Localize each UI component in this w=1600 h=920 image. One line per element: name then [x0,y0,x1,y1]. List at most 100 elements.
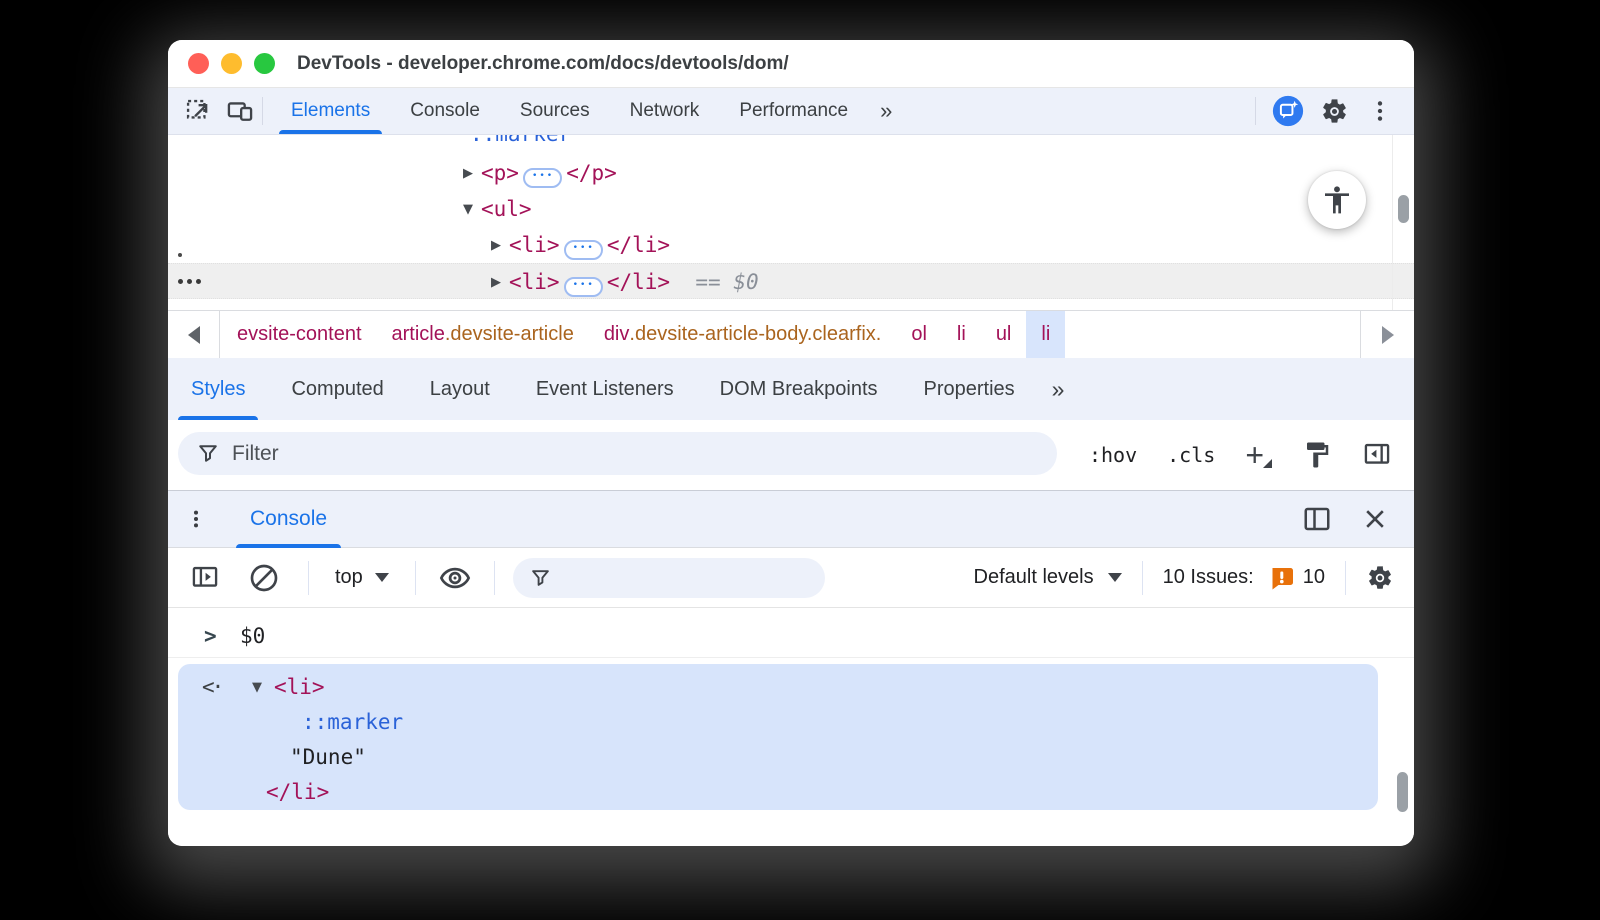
toolbar-divider [1142,561,1143,595]
minimize-window-button[interactable] [221,53,242,74]
toolbar-right-actions [1253,95,1414,127]
tab-network[interactable]: Network [610,88,720,134]
styles-filter-actions: :hov .cls + [1089,420,1392,490]
accessibility-floating-button[interactable] [1308,171,1366,229]
zoom-window-button[interactable] [254,53,275,74]
more-tabs-chevron-icon[interactable]: » [868,88,904,134]
collapsed-content-pill[interactable]: ••• [564,277,603,297]
drawer-header-actions [1302,504,1414,534]
issues-counter[interactable]: 10 Issues: 10 [1163,565,1325,591]
toolbar-divider [262,97,263,125]
accessibility-person-icon [1321,184,1353,216]
breadcrumb-item[interactable]: div.devsite-article-body.clearfix. [589,311,897,358]
close-window-button[interactable] [188,53,209,74]
drawer-menu-kebab-icon[interactable] [168,504,224,534]
clear-console-icon[interactable] [248,562,280,594]
collapse-arrow-icon[interactable]: ▼ [252,670,262,705]
console-expression: $0 [240,614,265,658]
result-line-open-tag: <· ▼ <li> [178,670,1378,705]
tab-layout[interactable]: Layout [407,358,513,420]
issues-badge-icon [1268,565,1295,591]
console-filter-field[interactable] [513,558,825,598]
chevron-down-icon [375,573,389,582]
console-scrollbar-thumb[interactable] [1397,772,1408,812]
styles-filter-row: :hov .cls + [168,420,1414,490]
log-levels-dropdown[interactable]: Default levels [974,566,1122,589]
dollar-zero-ref: $0 [733,270,758,294]
devtools-window: DevTools - developer.chrome.com/docs/dev… [168,40,1414,846]
expand-arrow-icon[interactable]: ▶ [455,156,481,192]
ai-assistant-icon[interactable] [1272,95,1304,127]
dom-node-p[interactable]: ▶<p>•••</p> [168,155,1414,191]
toolbar-divider [1345,561,1346,595]
styles-filter-input[interactable] [232,442,832,466]
close-drawer-icon[interactable] [1362,506,1388,532]
drawer-header: Console [168,490,1414,548]
breadcrumb-item-selected[interactable]: li [1026,311,1065,358]
inspect-element-icon[interactable] [182,95,214,127]
breadcrumb-item[interactable]: ul [981,311,1027,358]
gutter-ellipsis [178,279,183,284]
tab-elements[interactable]: Elements [271,88,390,134]
elements-scrollbar-thumb[interactable] [1398,195,1409,223]
result-line-close-tag: </li> [178,775,1378,810]
more-tabs-chevron-icon[interactable]: » [1038,358,1079,420]
toggle-classes-button[interactable]: .cls [1167,443,1215,467]
filter-funnel-icon [531,568,550,588]
scrollbar-track [1392,135,1393,310]
console-evaluated-expression[interactable]: > $0 [168,614,1414,658]
javascript-context-dropdown[interactable]: top [335,566,389,589]
show-console-sidebar-icon[interactable] [190,564,220,592]
toolbar-divider [1255,97,1256,125]
console-settings-gear-icon[interactable] [1366,564,1394,592]
breadcrumb-item[interactable]: article.devsite-article [377,311,589,358]
drawer-tab-console[interactable]: Console [224,491,353,547]
styles-filter-field[interactable] [178,432,1057,475]
dom-node-ul[interactable]: ▼<ul> [168,191,1414,227]
breadcrumb-scroll-left-button[interactable] [168,311,220,358]
elements-panel: ::marker ▶<p>•••</p> ▼<ul> ▶<li>•••</li>… [168,135,1414,310]
toggle-hover-state-button[interactable]: :hov [1089,443,1137,467]
toolbar-divider [494,561,495,595]
filter-funnel-icon [198,443,218,464]
collapse-arrow-icon[interactable]: ▼ [455,192,481,228]
console-result-highlighted[interactable]: <· ▼ <li> ::marker "Dune" </li> [178,664,1378,810]
expand-arrow-icon[interactable]: ▶ [483,228,509,264]
breadcrumb-item[interactable]: li [942,311,981,358]
tab-properties[interactable]: Properties [901,358,1038,420]
equals-sign: == [695,270,720,294]
tab-console[interactable]: Console [390,88,500,134]
result-line-marker: ::marker [178,705,1378,740]
expand-arrow-icon[interactable]: ▶ [483,265,509,301]
toolbar-divider [415,561,416,595]
paintbrush-icon[interactable] [1302,440,1332,470]
tab-performance[interactable]: Performance [719,88,868,134]
console-prompt-chevron: > [204,614,217,658]
collapsed-content-pill[interactable]: ••• [564,240,603,260]
split-panel-icon[interactable] [1302,504,1332,534]
collapsed-content-pill[interactable]: ••• [523,168,562,188]
styles-sidebar-tabs: Styles Computed Layout Event Listeners D… [168,358,1414,420]
panel-tabs: Elements Console Sources Network Perform… [271,88,904,134]
breadcrumb-item[interactable]: ol [896,311,942,358]
breadcrumb: evsite-content article.devsite-article d… [222,311,1065,358]
tab-computed[interactable]: Computed [268,358,406,420]
dom-node-marker-clipped[interactable]: ::marker [470,135,571,152]
tab-sources[interactable]: Sources [500,88,610,134]
console-log-area: > $0 <· ▼ <li> ::marker "Dune" </li> [168,608,1414,846]
breadcrumb-scroll-right-button[interactable] [1360,311,1414,358]
new-style-rule-button[interactable]: + [1245,440,1272,470]
tab-event-listeners[interactable]: Event Listeners [513,358,697,420]
dom-node-li-first[interactable]: ▶<li>•••</li> [168,227,1414,263]
chevron-down-icon [1108,573,1122,582]
settings-gear-icon[interactable] [1318,95,1350,127]
kebab-menu-icon[interactable] [1364,95,1396,127]
breadcrumb-item[interactable]: evsite-content [222,311,377,358]
console-filter-input[interactable] [562,566,782,589]
dom-node-li-selected[interactable]: ▶<li>•••</li> == $0 [168,263,1414,299]
toggle-sidebar-panel-icon[interactable] [1362,441,1392,469]
device-toolbar-icon[interactable] [224,95,256,127]
live-expression-eye-icon[interactable] [438,563,472,593]
tab-dom-breakpoints[interactable]: DOM Breakpoints [697,358,901,420]
tab-styles[interactable]: Styles [168,358,268,420]
